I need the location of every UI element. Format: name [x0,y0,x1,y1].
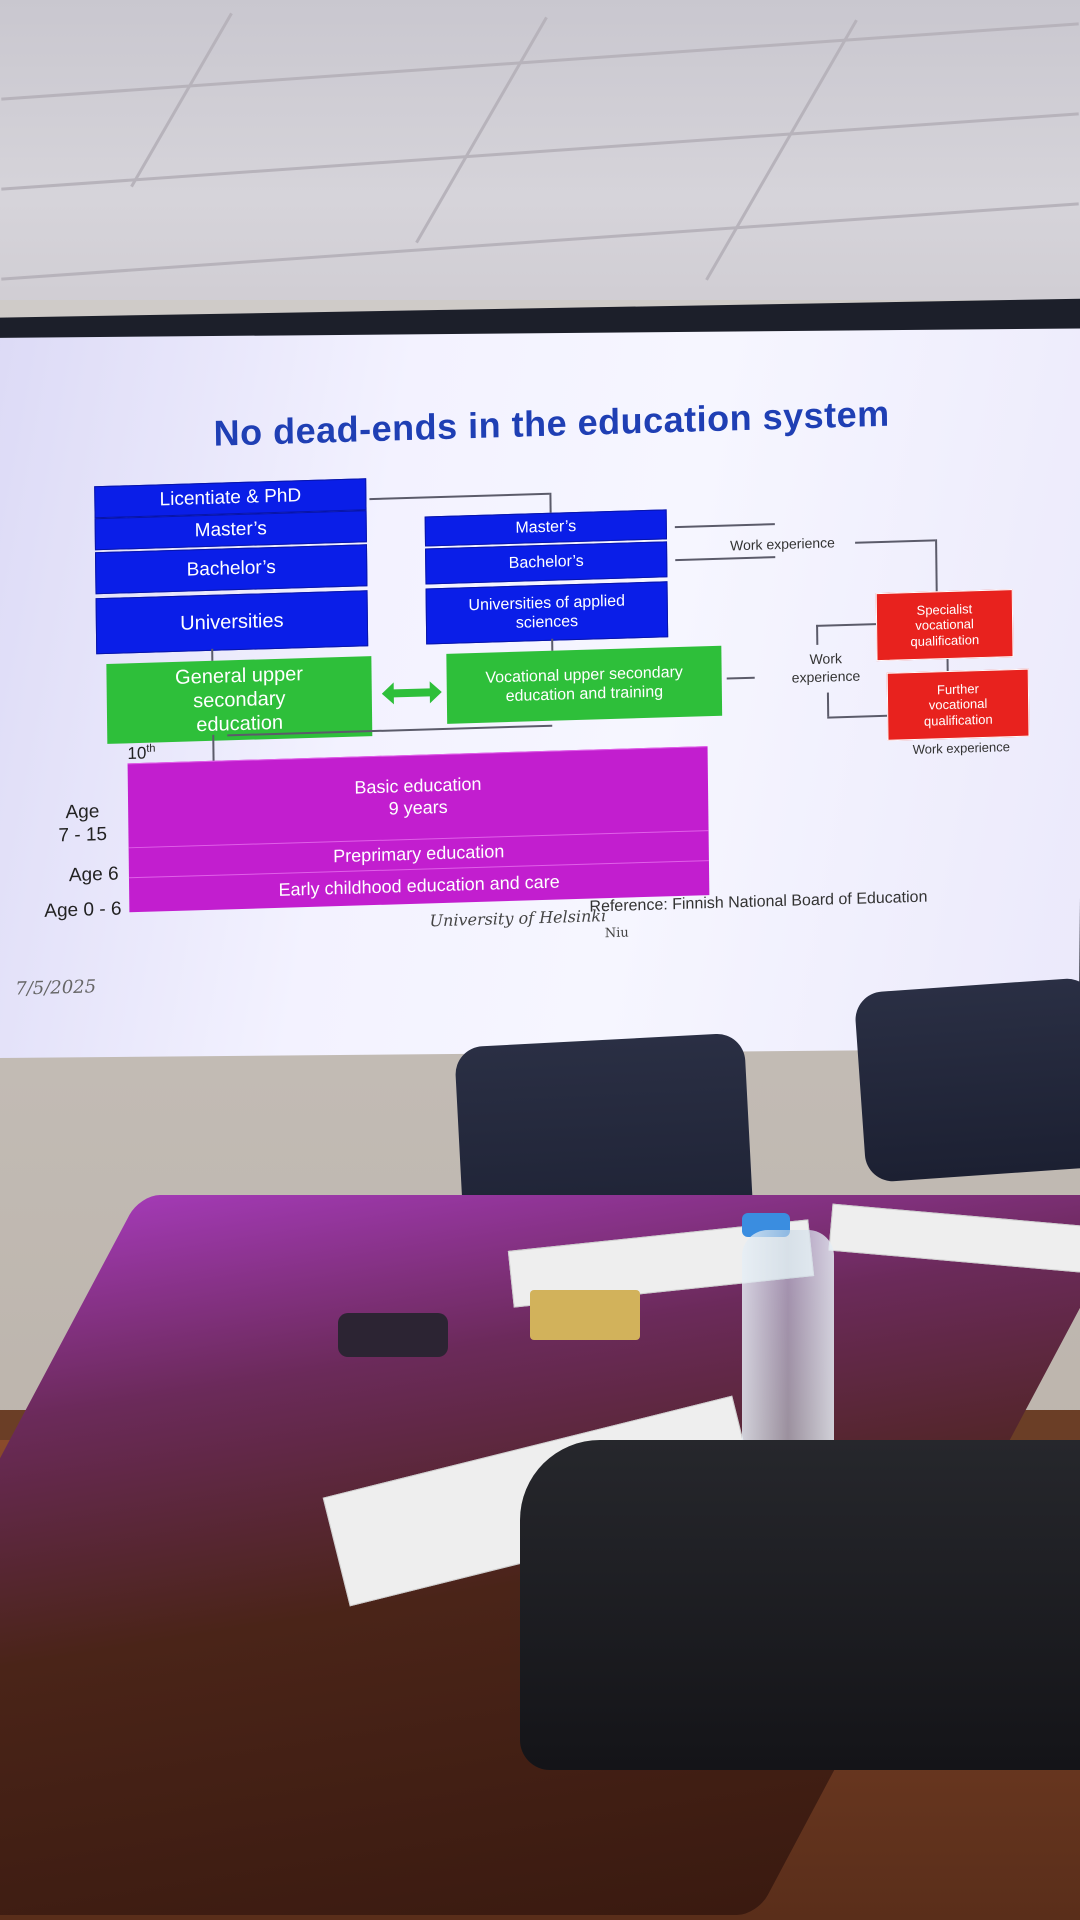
work-experience-mid-label: Work experience [791,649,861,687]
work-experience-mid-label-2: experience [791,667,861,686]
general-upper-label-2: secondary [193,687,286,713]
bachelors-right-box: Bachelor’s [425,541,668,585]
basic-education-label-2: 9 years [388,796,448,819]
footer-author: Niu [604,925,629,942]
universities-applied-label-2: sciences [515,612,579,632]
connector-line [816,623,877,627]
ceiling-grid-line [1,22,1079,101]
specialist-vocational-box: Specialist vocational qualification [875,589,1014,662]
ceiling-grid-line [1,112,1079,191]
photo-scene: No dead-ends in the education system Lic… [0,0,1080,1920]
ceiling-grid-line [415,16,548,244]
work-experience-bottom-label: Work experience [912,739,1011,758]
age-7-15-label-2: 7 - 15 [58,823,108,847]
age-7-15-label: Age 7 - 15 [58,801,107,848]
specialist-label-1: Specialist [916,600,973,618]
bachelors-left-label: Bachelor’s [186,556,276,581]
connector-line [675,556,776,562]
connector-line [212,734,215,761]
further-label-3: qualification [923,711,993,729]
further-label-2: vocational [928,696,988,713]
connector-line [549,492,552,513]
double-arrow-icon [381,681,442,705]
water-bottle [742,1230,834,1470]
further-label-1: Further [936,680,979,697]
age-7-15-label-1: Age [65,801,100,824]
ceiling [0,0,1080,330]
masters-right-box: Master’s [424,509,667,547]
age-6-label: Age 6 [68,863,119,887]
connector-line [946,658,949,672]
masters-left-label: Master’s [194,517,267,541]
connector-line [935,539,938,595]
bachelors-right-label: Bachelor’s [508,553,584,573]
connector-line [827,714,888,719]
tenth-suffix: th [146,742,156,755]
connector-line [369,492,550,501]
vocational-upper-secondary-box: Vocational upper secondary education and… [446,645,723,724]
further-vocational-box: Further vocational qualification [886,668,1030,741]
universities-applied-label-1: Universities of applied [468,592,626,615]
slide-title: No dead-ends in the education system [213,392,890,454]
licentiate-phd-label: Licentiate & PhD [159,484,302,510]
slide-date: 7/5/2025 [15,976,97,1000]
masters-left-box: Master’s [94,510,367,551]
connector-line [855,539,936,544]
connector-line [551,638,554,651]
work-experience-top-label: Work experience [729,534,835,554]
footer-university: University of Helsinki [429,906,607,931]
ceiling-grid-line [130,12,233,188]
bachelors-left-box: Bachelor’s [94,544,368,595]
universities-box: Universities [95,590,369,655]
universities-label: Universities [180,609,284,635]
small-box [530,1290,640,1340]
early-childhood-label: Early childhood education and care [278,871,560,901]
work-experience-mid-label-1: Work [809,650,843,668]
connector-line [211,648,214,661]
vocational-upper-label-2: education and training [505,683,664,706]
laptop-bag [520,1440,1080,1770]
basic-education-label-1: Basic education [354,774,482,799]
tenth-number: 10 [127,743,147,763]
office-chair [853,976,1080,1184]
connector-line [726,676,755,680]
age-0-6-label: Age 0 - 6 [44,898,122,922]
ceiling-grid-line [1,202,1079,281]
universities-applied-box: Universities of applied sciences [425,581,669,645]
presentation-slide: No dead-ends in the education system Lic… [0,328,1080,1059]
ceiling-grid-line [705,19,858,281]
specialist-label-2: vocational [915,616,974,634]
specialist-label-3: qualification [910,631,980,649]
preprimary-label: Preprimary education [333,841,505,867]
connector-line [826,692,830,717]
phone-case [338,1313,448,1357]
connector-line [816,624,819,645]
masters-right-label: Master’s [515,518,577,538]
connector-line [674,523,775,529]
tenth-grade-label: 10th [127,743,155,764]
